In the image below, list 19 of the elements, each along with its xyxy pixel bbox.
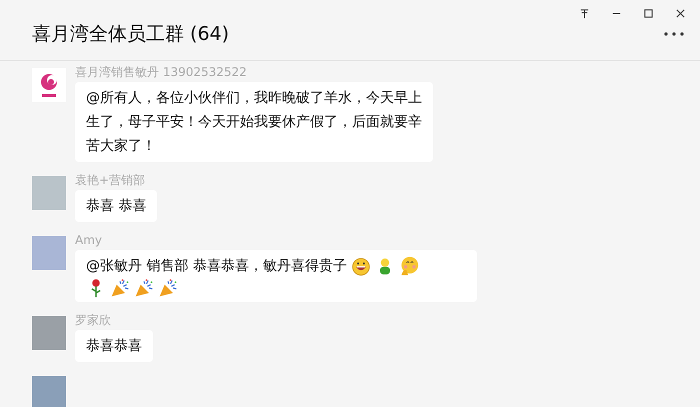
- close-icon[interactable]: [675, 8, 686, 19]
- message-bubble: @所有人，各位小伙伴们，我昨晚破了羊水，今天早上生了，母子平安！今天开始我要休产假了，后面就要辛苦大家了！: [75, 82, 433, 162]
- party-popper-icon: [110, 278, 130, 298]
- message-bubble: 恭喜 恭喜: [75, 190, 158, 222]
- sender-name: 罗家欣: [75, 314, 111, 327]
- sender-name: 袁艳+营销部: [75, 174, 146, 187]
- sender-name: Amy: [75, 234, 102, 247]
- avatar-logo-icon[interactable]: [32, 68, 66, 102]
- message-bubble: 恭喜恭喜: [75, 330, 153, 362]
- window-title: 喜月湾全体员工群 (64): [32, 22, 230, 47]
- grinning-face-icon: [350, 256, 371, 276]
- sender-name: 喜月湾销售敏丹 13902532522: [75, 66, 247, 79]
- party-popper-icon: [134, 278, 154, 298]
- pin-icon[interactable]: [579, 8, 590, 19]
- maximize-icon[interactable]: [643, 8, 654, 19]
- message-bubble: @张敏丹 销售部 恭喜恭喜，敏丹喜得贵子: [75, 250, 477, 302]
- blushing-face-icon: [398, 256, 419, 276]
- more-icon[interactable]: [664, 32, 684, 36]
- party-popper-icon: [158, 278, 178, 298]
